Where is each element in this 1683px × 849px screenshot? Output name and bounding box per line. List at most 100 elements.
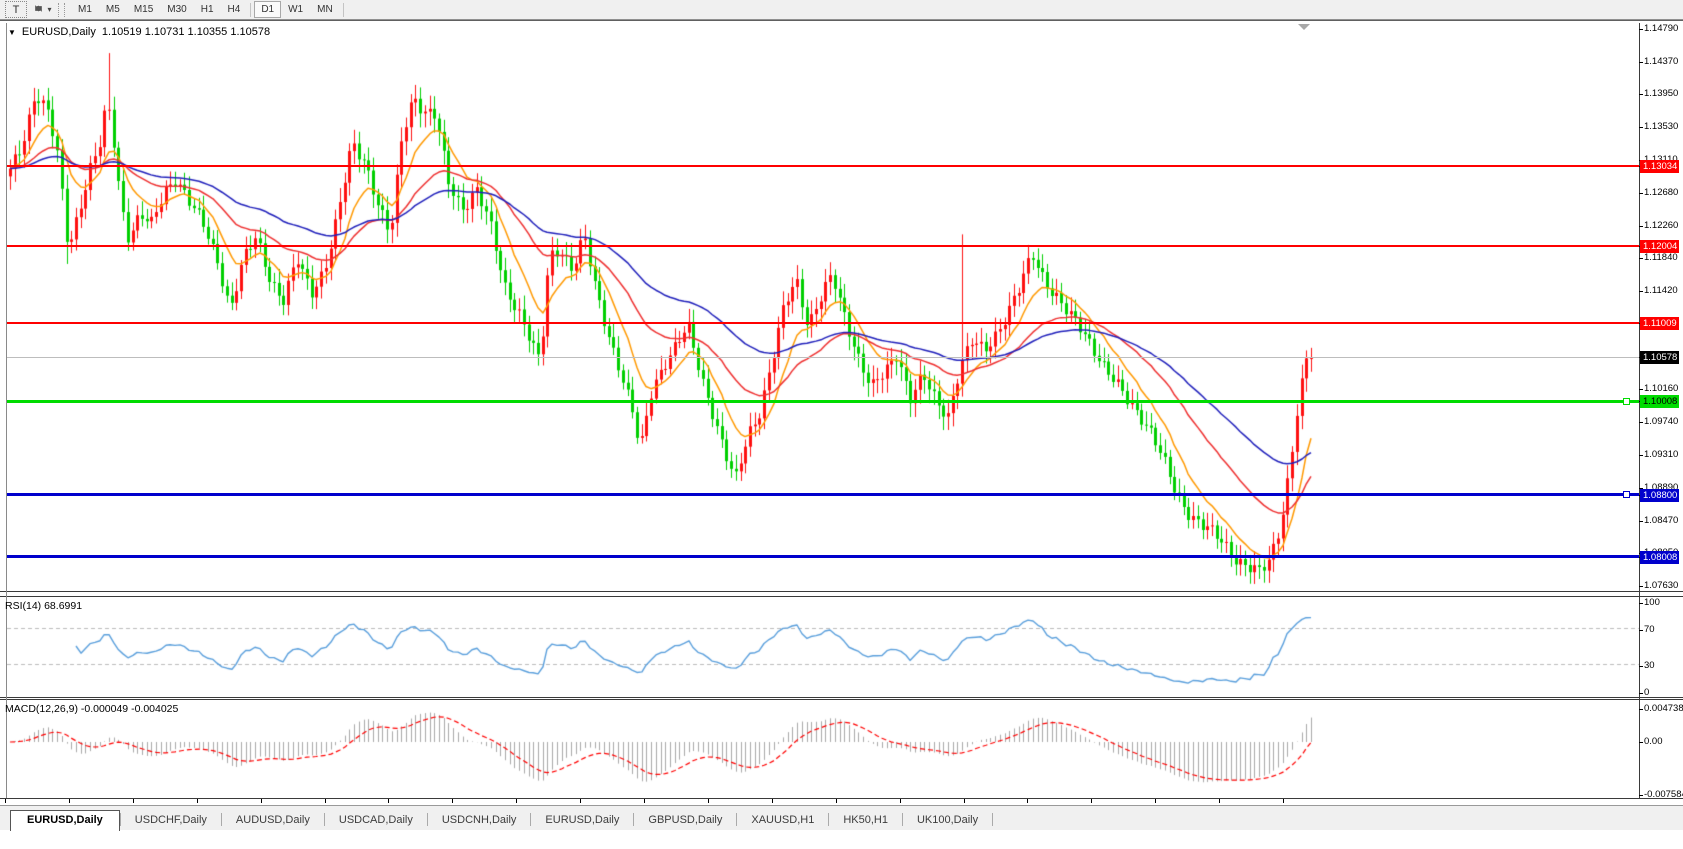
dropdown-caret-icon: ▾: [47, 5, 51, 14]
trading-platform-window: T ▾ M1M5M15M30H1H4 D1W1MN ▼ EURUSD,Daily …: [0, 0, 1683, 849]
tab-usdcad-daily[interactable]: USDCAD,Daily: [325, 811, 427, 830]
price-axis-label: 0: [1644, 687, 1649, 698]
price-axis-label: 1.11840: [1644, 252, 1678, 263]
tab-eurusd-daily[interactable]: EURUSD,Daily: [10, 810, 120, 831]
axis-tick-mark: [1639, 586, 1643, 587]
date-tick-mark: [580, 799, 581, 803]
price-axis-label: 1.14370: [1644, 56, 1678, 67]
date-tick-mark: [772, 799, 773, 803]
date-tick-mark: [5, 799, 6, 803]
date-tick-mark: [1219, 799, 1220, 803]
price-axis-label: 30: [1644, 660, 1655, 671]
tab-gbpusd-daily[interactable]: GBPUSD,Daily: [634, 811, 736, 830]
tab-xauusd-h1[interactable]: XAUUSD,H1: [737, 811, 828, 830]
axis-tick-mark: [1639, 709, 1643, 710]
price-axis-label: 0.004738: [1644, 703, 1683, 714]
tab-usdchf-daily[interactable]: USDCHF,Daily: [121, 811, 221, 830]
timeframe-button-w1[interactable]: W1: [281, 1, 310, 18]
tab-eurusd-daily[interactable]: EURUSD,Daily: [531, 811, 633, 830]
date-tick-mark: [197, 799, 198, 803]
timeframe-button-h4[interactable]: H4: [221, 1, 248, 18]
date-tick-mark: [1155, 799, 1156, 803]
date-tick-mark: [261, 799, 262, 803]
timeframe-button-m5[interactable]: M5: [99, 1, 127, 18]
horizontal-line-1.10008[interactable]: [7, 400, 1639, 403]
price-axis-label: 1.11420: [1644, 285, 1678, 296]
axis-tick-mark: [1639, 422, 1643, 423]
toolbar-grip: [58, 3, 65, 17]
axis-tick-mark: [1639, 62, 1643, 63]
date-tick-mark: [388, 799, 389, 803]
timeframe-button-mn[interactable]: MN: [310, 1, 340, 18]
horizontal-line-1.11009[interactable]: [7, 322, 1639, 324]
diagonal-arrows-icon: [32, 2, 45, 18]
horizontal-line-1.12004[interactable]: [7, 245, 1639, 247]
price-axis-label: 1.12680: [1644, 187, 1678, 198]
price-axis-label: 1.09310: [1644, 449, 1678, 460]
chart-window: ▼ EURUSD,Daily 1.10519 1.10731 1.10355 1…: [0, 20, 1683, 826]
main-price-plot[interactable]: [7, 23, 1639, 591]
price-axis-label: 1.11009: [1640, 317, 1679, 330]
date-tick-mark: [644, 799, 645, 803]
axis-tick-mark: [1639, 291, 1643, 292]
plot-left-border: [6, 23, 7, 798]
price-axis-label: 1.07630: [1644, 580, 1678, 591]
price-axis-label: 1.08800: [1640, 489, 1679, 502]
axis-tick-mark: [1639, 258, 1643, 259]
price-axis-label: 1.14790: [1644, 23, 1678, 34]
date-tick-mark: [1027, 799, 1028, 803]
price-axis-label: 1.08470: [1644, 515, 1678, 526]
price-axis[interactable]: 1.147901.143701.139501.135301.131101.126…: [1639, 21, 1683, 826]
tab-audusd-daily[interactable]: AUDUSD,Daily: [222, 811, 324, 830]
date-tick-mark: [325, 799, 326, 803]
rsi-indicator-plot[interactable]: [7, 597, 1639, 697]
price-axis-label: 1.09740: [1644, 416, 1678, 427]
arrow-objects-button[interactable]: ▾: [32, 2, 52, 17]
tab-usdcnh-daily[interactable]: USDCNH,Daily: [428, 811, 531, 830]
axis-tick-mark: [1639, 666, 1643, 667]
tab-hk50-h1[interactable]: HK50,H1: [829, 811, 902, 830]
horizontal-line-1.08800[interactable]: [7, 493, 1639, 496]
timeframe-group: M1M5M15M30H1H4 D1W1MN: [71, 1, 347, 18]
price-axis-label: 1.08008: [1640, 551, 1679, 564]
chart-shift-marker-icon[interactable]: [1298, 24, 1310, 30]
symbol-tab-bar: EURUSD,DailyUSDCHF,DailyAUDUSD,DailyUSDC…: [0, 805, 1683, 830]
axis-tick-mark: [1639, 389, 1643, 390]
axis-tick-mark: [1639, 226, 1643, 227]
date-tick-mark: [133, 799, 134, 803]
axis-tick-mark: [1639, 127, 1643, 128]
date-tick-mark: [516, 799, 517, 803]
price-axis-label: 1.10008: [1640, 395, 1679, 408]
axis-tick-mark: [1639, 693, 1643, 694]
tab-uk100-daily[interactable]: UK100,Daily: [903, 811, 992, 830]
price-axis-label: 1.13950: [1644, 88, 1678, 99]
axis-tick-mark: [1639, 193, 1643, 194]
axis-tick-mark: [1639, 455, 1643, 456]
candlestick-chart-canvas[interactable]: [7, 23, 1639, 591]
date-tick-mark: [964, 799, 965, 803]
macd-chart-canvas[interactable]: [7, 700, 1639, 798]
axis-tick-mark: [1639, 742, 1643, 743]
price-axis-label: 70: [1644, 624, 1655, 635]
date-tick-mark: [1283, 799, 1284, 803]
horizontal-line-1.13034[interactable]: [7, 165, 1639, 167]
timeframe-button-h1[interactable]: H1: [194, 1, 221, 18]
axis-tick-mark: [1639, 795, 1643, 796]
toolbar-separator: [343, 3, 344, 17]
price-axis-label: 1.12260: [1644, 220, 1678, 231]
text-tool-button[interactable]: T: [5, 1, 27, 18]
toolbar-separator: [250, 3, 251, 17]
price-axis-label: 100: [1644, 597, 1660, 608]
timeframe-button-m1[interactable]: M1: [71, 1, 99, 18]
line-drag-handle[interactable]: [1623, 491, 1630, 498]
timeframe-button-d1[interactable]: D1: [254, 1, 281, 18]
horizontal-line-1.08008[interactable]: [7, 555, 1639, 558]
macd-indicator-plot[interactable]: [7, 700, 1639, 798]
rsi-chart-canvas[interactable]: [7, 597, 1639, 697]
rsi-label: RSI(14) 68.6991: [5, 600, 82, 612]
price-axis-label: 1.12004: [1640, 240, 1679, 253]
timeframe-button-m15[interactable]: M15: [127, 1, 160, 18]
timeframe-button-m30[interactable]: M30: [160, 1, 193, 18]
line-drag-handle[interactable]: [1623, 398, 1630, 405]
date-tick-mark: [900, 799, 901, 803]
